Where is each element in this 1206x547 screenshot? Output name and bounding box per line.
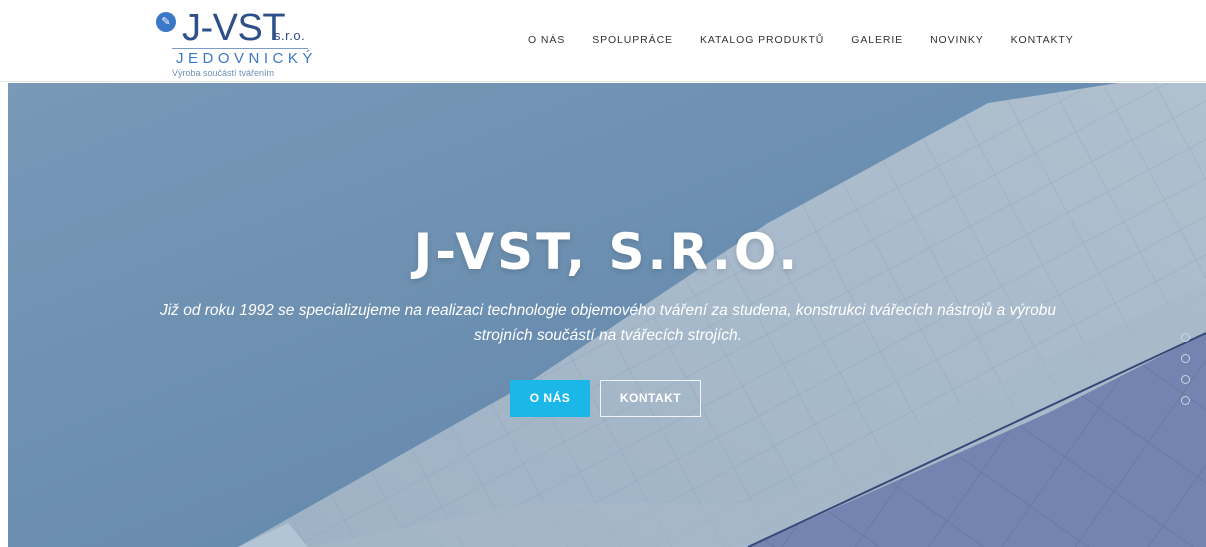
- slide-dot-2[interactable]: [1181, 354, 1190, 363]
- hero-slider: J-VST, S.R.O. Již od roku 1992 se specia…: [8, 83, 1206, 547]
- logo-divider: [172, 48, 308, 49]
- slide-dot-4[interactable]: [1181, 396, 1190, 405]
- logo-subtitle: JEDOVNICKÝ: [176, 50, 317, 67]
- slider-pagination: [1181, 333, 1190, 417]
- nav-item-kontakty[interactable]: KONTAKTY: [1011, 33, 1074, 47]
- about-button[interactable]: O NÁS: [510, 380, 590, 417]
- slide-dot-1[interactable]: [1181, 333, 1190, 342]
- nav-item-o-nas[interactable]: O NÁS: [528, 33, 565, 47]
- logo-name: J-VST: [182, 7, 286, 49]
- site-header: ✎ J-VST s.r.o. JEDOVNICKÝ Výroba součást…: [0, 0, 1206, 82]
- nav-item-spoluprace[interactable]: SPOLUPRÁCE: [592, 33, 673, 47]
- main-nav: O NÁS SPOLUPRÁCE KATALOG PRODUKTŮ GALERI…: [528, 33, 1101, 47]
- hero-description: Již od roku 1992 se specializujeme na re…: [159, 302, 1057, 344]
- pencil-icon: ✎: [156, 12, 176, 32]
- logo-suffix: s.r.o.: [274, 28, 306, 43]
- hero-title: J-VST, S.R.O.: [413, 223, 801, 281]
- nav-item-katalog-produktu[interactable]: KATALOG PRODUKTŮ: [700, 33, 824, 47]
- slide-dot-3[interactable]: [1181, 375, 1190, 384]
- logo-tagline: Výroba součástí tvářením: [172, 68, 275, 78]
- nav-item-galerie[interactable]: GALERIE: [851, 33, 903, 47]
- site-logo[interactable]: ✎ J-VST s.r.o. JEDOVNICKÝ Výroba součást…: [150, 6, 320, 80]
- contact-button[interactable]: KONTAKT: [600, 380, 701, 417]
- nav-item-novinky[interactable]: NOVINKY: [930, 33, 984, 47]
